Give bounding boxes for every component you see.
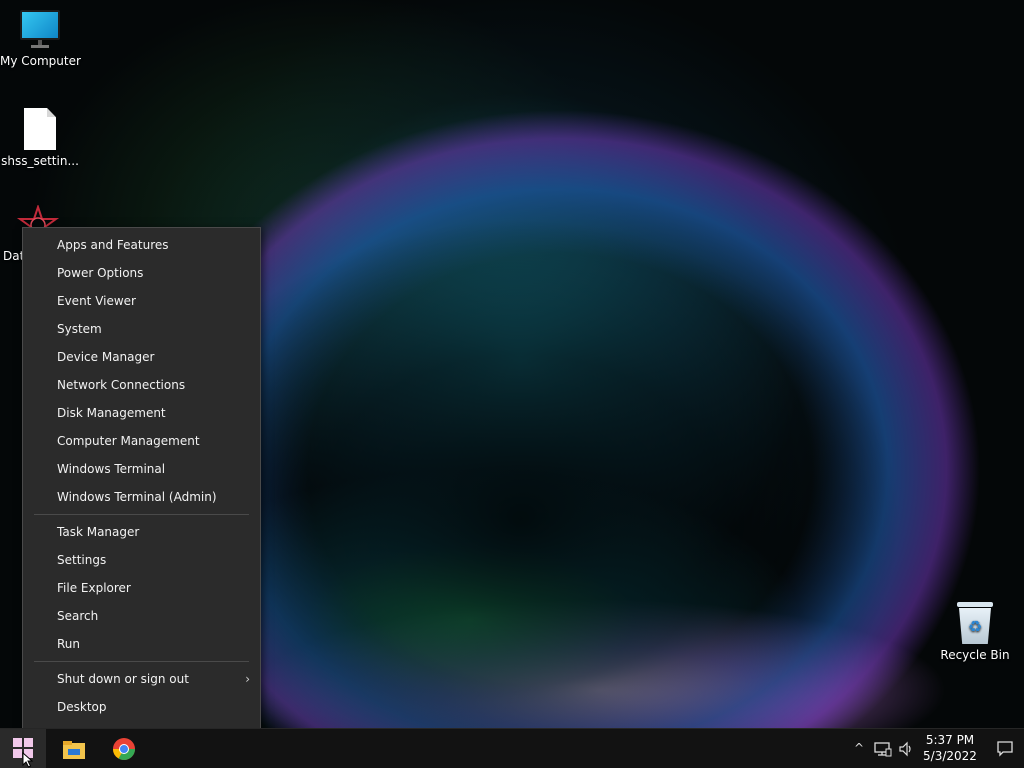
notification-center-button[interactable] [990, 729, 1020, 768]
menu-item-task-manager[interactable]: Task Manager [23, 518, 260, 546]
menu-item-label: Shut down or sign out [57, 672, 189, 686]
desktop-icon-my-computer[interactable]: My Computer [0, 8, 81, 68]
file-icon [24, 108, 56, 150]
menu-item-apps-and-features[interactable]: Apps and Features [23, 231, 260, 259]
menu-item-windows-terminal-admin[interactable]: Windows Terminal (Admin) [23, 483, 260, 511]
clock-date: 5/3/2022 [923, 749, 977, 763]
desktop: My Computer shss_settin... Dat ♻ Recycle… [0, 0, 1024, 768]
taskbar-file-explorer[interactable] [62, 737, 86, 761]
file-explorer-icon [63, 741, 85, 759]
menu-item-device-manager[interactable]: Device Manager [23, 343, 260, 371]
menu-item-system[interactable]: System [23, 315, 260, 343]
taskbar-chrome[interactable] [112, 737, 136, 761]
desktop-icon-label: shss_settin... [1, 154, 79, 168]
mouse-cursor-icon [22, 752, 34, 768]
recycle-bin-icon: ♻ [957, 602, 993, 644]
menu-item-shut-down-or-sign-out[interactable]: Shut down or sign out › [23, 665, 260, 693]
taskbar: ^ 5:37 PM 5/3/2022 [0, 728, 1024, 768]
desktop-icon-recycle-bin[interactable]: ♻ Recycle Bin [935, 602, 1015, 662]
menu-item-settings[interactable]: Settings [23, 546, 260, 574]
desktop-icon-label: My Computer [0, 54, 81, 68]
menu-item-disk-management[interactable]: Disk Management [23, 399, 260, 427]
taskbar-clock[interactable]: 5:37 PM 5/3/2022 [920, 732, 980, 764]
network-icon[interactable] [873, 729, 893, 768]
computer-icon [18, 10, 62, 50]
chrome-icon [113, 738, 135, 760]
start-context-menu: Apps and Features Power Options Event Vi… [22, 227, 261, 752]
notification-icon [997, 741, 1013, 757]
volume-icon[interactable] [896, 729, 916, 768]
clock-time: 5:37 PM [925, 733, 975, 747]
chevron-right-icon: › [245, 672, 250, 686]
menu-item-network-connections[interactable]: Network Connections [23, 371, 260, 399]
menu-item-run[interactable]: Run [23, 630, 260, 658]
menu-item-windows-terminal[interactable]: Windows Terminal [23, 455, 260, 483]
menu-item-power-options[interactable]: Power Options [23, 259, 260, 287]
menu-separator [34, 661, 249, 662]
menu-separator [34, 514, 249, 515]
show-hidden-icons-chevron-up-icon[interactable]: ^ [849, 729, 869, 768]
menu-item-search[interactable]: Search [23, 602, 260, 630]
menu-item-computer-management[interactable]: Computer Management [23, 427, 260, 455]
menu-item-event-viewer[interactable]: Event Viewer [23, 287, 260, 315]
desktop-icon-label: Recycle Bin [940, 648, 1010, 662]
desktop-icon-shss-settings[interactable]: shss_settin... [0, 106, 80, 168]
menu-item-file-explorer[interactable]: File Explorer [23, 574, 260, 602]
menu-item-desktop[interactable]: Desktop [23, 693, 260, 721]
